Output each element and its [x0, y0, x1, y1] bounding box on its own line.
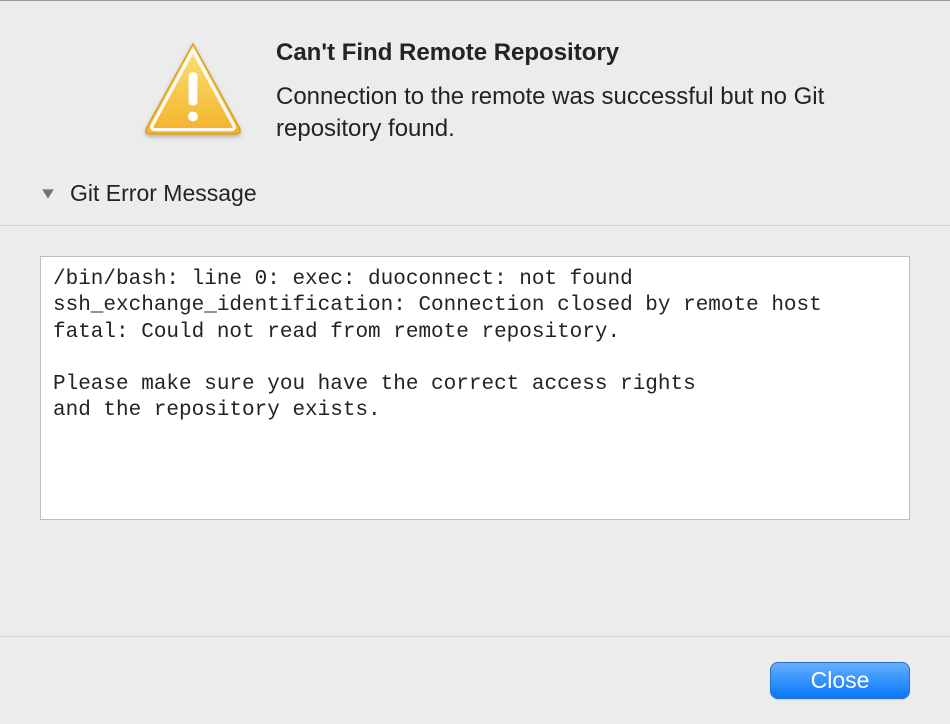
window-top-border	[0, 0, 950, 1]
warning-icon	[138, 35, 248, 145]
error-text: /bin/bash: line 0: exec: duoconnect: not…	[53, 267, 897, 425]
disclosure-toggle[interactable]: Git Error Message	[0, 180, 950, 215]
dialog-message: Connection to the remote was successful …	[276, 81, 920, 144]
error-container: /bin/bash: line 0: exec: duoconnect: not…	[0, 226, 950, 550]
disclosure-triangle-icon	[40, 186, 56, 202]
dialog-header: Can't Find Remote Repository Connection …	[0, 0, 950, 180]
close-button[interactable]: Close	[770, 662, 910, 699]
error-message-box[interactable]: /bin/bash: line 0: exec: duoconnect: not…	[40, 256, 910, 520]
disclosure-label: Git Error Message	[70, 180, 257, 207]
dialog-footer: Close	[0, 636, 950, 724]
dialog-header-text: Can't Find Remote Repository Connection …	[276, 35, 920, 144]
dialog-title: Can't Find Remote Repository	[276, 39, 920, 67]
